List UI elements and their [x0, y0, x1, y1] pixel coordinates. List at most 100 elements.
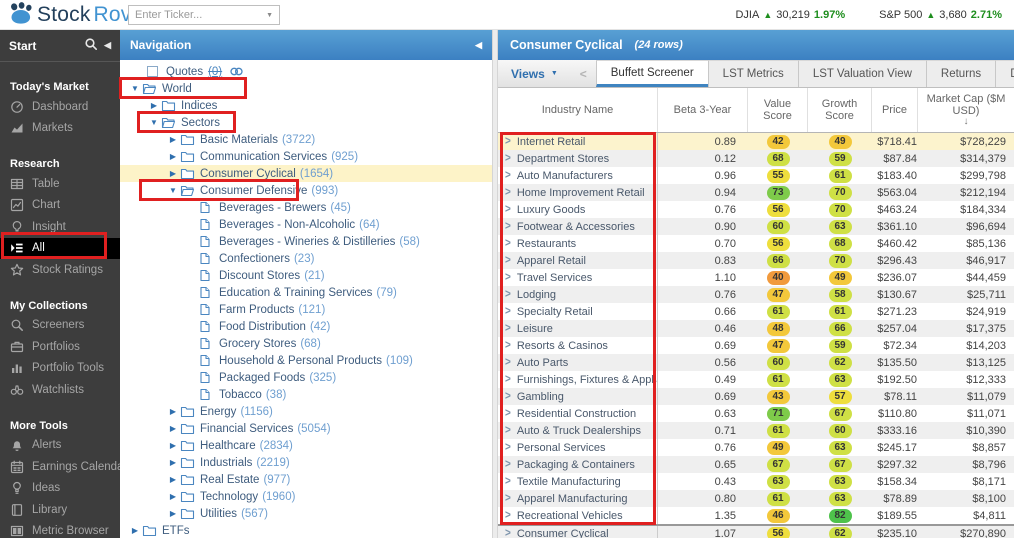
- row-expand-icon[interactable]: >: [505, 492, 511, 505]
- expand-arrow-icon[interactable]: ▶: [166, 475, 180, 484]
- tab-dividend-calendar[interactable]: Dividend Calendar: [995, 60, 1014, 87]
- tree-item-communication-services[interactable]: ▶ Communication Services (925): [120, 148, 492, 165]
- column-header-price[interactable]: Price: [872, 88, 918, 132]
- column-header-growth-score[interactable]: Growth Score: [808, 88, 872, 132]
- tree-item-discount-stores[interactable]: Discount Stores (21): [120, 267, 492, 284]
- expand-arrow-icon[interactable]: ▶: [147, 101, 161, 110]
- expand-arrow-icon[interactable]: ▶: [166, 509, 180, 518]
- sidebar-item-stock-ratings[interactable]: Stock Ratings: [0, 259, 120, 281]
- row-expand-icon[interactable]: >: [505, 373, 511, 386]
- row-expand-icon[interactable]: >: [505, 407, 511, 420]
- tab-returns[interactable]: Returns: [925, 60, 996, 87]
- collapse-arrow-icon[interactable]: ▼: [147, 118, 161, 127]
- row-expand-icon[interactable]: >: [505, 339, 511, 352]
- row-expand-icon[interactable]: >: [505, 509, 511, 522]
- table-row-specialty-retail[interactable]: > Specialty Retail 0.66 61 61 $271.23 $24,919: [498, 303, 1014, 320]
- row-expand-icon[interactable]: >: [505, 441, 511, 454]
- tree-item-grocery-stores[interactable]: Grocery Stores (68): [120, 335, 492, 352]
- tree-item-household-personal-products[interactable]: Household & Personal Products (109): [120, 352, 492, 369]
- tree-item-healthcare[interactable]: ▶ Healthcare (2834): [120, 437, 492, 454]
- tree-item-quotes[interactable]: Quotes (0): [120, 63, 492, 80]
- tree-item-tobacco[interactable]: Tobacco (38): [120, 386, 492, 403]
- row-expand-icon[interactable]: >: [505, 288, 511, 301]
- table-row-auto-truck-dealerships[interactable]: > Auto & Truck Dealerships 0.71 61 60 $333.16…: [498, 422, 1014, 439]
- tree-item-farm-products[interactable]: Farm Products (121): [120, 301, 492, 318]
- linked-circles-icon[interactable]: [229, 65, 244, 78]
- row-expand-icon[interactable]: >: [505, 458, 511, 471]
- sidebar-item-insight[interactable]: Insight: [0, 216, 120, 238]
- tab-scroll-left-icon[interactable]: [571, 67, 596, 81]
- expand-arrow-icon[interactable]: ▶: [166, 424, 180, 433]
- tree-item-confectioners[interactable]: Confectioners (23): [120, 250, 492, 267]
- tab-lst-metrics[interactable]: LST Metrics: [707, 60, 798, 87]
- collapse-navigation-icon[interactable]: [475, 40, 482, 51]
- sidebar-item-metric-browser[interactable]: Metric Browser: [0, 521, 120, 538]
- table-row-packaging-containers[interactable]: > Packaging & Containers 0.65 67 67 $297.32 $8…: [498, 456, 1014, 473]
- table-row-recreational-vehicles[interactable]: > Recreational Vehicles 1.35 46 82 $189.55 $4,…: [498, 507, 1014, 524]
- expand-arrow-icon[interactable]: ▶: [166, 169, 180, 178]
- table-row-travel-services[interactable]: > Travel Services 1.10 40 49 $236.07 $44,459: [498, 269, 1014, 286]
- table-row-leisure[interactable]: > Leisure 0.46 48 66 $257.04 $17,375: [498, 320, 1014, 337]
- tree-item-etfs[interactable]: ▶ ETFs: [120, 522, 492, 538]
- expand-arrow-icon[interactable]: ▶: [166, 152, 180, 161]
- sidebar-item-ideas[interactable]: Ideas: [0, 478, 120, 500]
- table-row-auto-parts[interactable]: > Auto Parts 0.56 60 62 $135.50 $13,125: [498, 354, 1014, 371]
- ticker-search-input[interactable]: Enter Ticker...: [128, 5, 280, 25]
- sidebar-item-earnings-calendar[interactable]: Earnings Calendar: [0, 456, 120, 478]
- row-expand-icon[interactable]: >: [505, 169, 511, 182]
- sidebar-item-markets[interactable]: Markets: [0, 118, 120, 140]
- expand-arrow-icon[interactable]: ▶: [166, 441, 180, 450]
- tab-lst-valuation-view[interactable]: LST Valuation View: [797, 60, 926, 87]
- row-expand-icon[interactable]: >: [505, 356, 511, 369]
- quotes-checkbox[interactable]: [147, 66, 158, 77]
- tree-item-food-distribution[interactable]: Food Distribution (42): [120, 318, 492, 335]
- search-icon[interactable]: [84, 37, 98, 54]
- table-row-restaurants[interactable]: > Restaurants 0.70 56 68 $460.42 $85,136: [498, 235, 1014, 252]
- tree-item-consumer-cyclical[interactable]: ▶ Consumer Cyclical (1654): [120, 165, 492, 182]
- tree-item-consumer-defensive[interactable]: ▼ Consumer Defensive (993): [120, 182, 492, 199]
- tree-item-packaged-foods[interactable]: Packaged Foods (325): [120, 369, 492, 386]
- expand-arrow-icon[interactable]: ▶: [166, 492, 180, 501]
- table-row-personal-services[interactable]: > Personal Services 0.76 49 63 $245.17 $8,857: [498, 439, 1014, 456]
- row-expand-icon[interactable]: >: [505, 220, 511, 233]
- table-row-apparel-manufacturing[interactable]: > Apparel Manufacturing 0.80 61 63 $78.89 $8,1…: [498, 490, 1014, 507]
- sidebar-item-portfolio-tools[interactable]: Portfolio Tools: [0, 358, 120, 380]
- row-expand-icon[interactable]: >: [505, 527, 511, 538]
- table-row-textile-manufacturing[interactable]: > Textile Manufacturing 0.43 63 63 $158.34 $8,…: [498, 473, 1014, 490]
- table-row-department-stores[interactable]: > Department Stores 0.12 68 59 $87.84 $314,379: [498, 150, 1014, 167]
- table-row-luxury-goods[interactable]: > Luxury Goods 0.76 56 70 $463.24 $184,334: [498, 201, 1014, 218]
- row-expand-icon[interactable]: >: [505, 254, 511, 267]
- tree-item-industrials[interactable]: ▶ Industrials (2219): [120, 454, 492, 471]
- row-expand-icon[interactable]: >: [505, 237, 511, 250]
- row-expand-icon[interactable]: >: [505, 135, 511, 148]
- tree-item-sectors[interactable]: ▼ Sectors: [120, 114, 492, 131]
- sidebar-item-dashboard[interactable]: Dashboard: [0, 96, 120, 118]
- collapse-arrow-icon[interactable]: ▼: [128, 84, 142, 93]
- table-row-home-improvement-retail[interactable]: > Home Improvement Retail 0.94 73 70 $563.04 $…: [498, 184, 1014, 201]
- tree-item-technology[interactable]: ▶ Technology (1960): [120, 488, 492, 505]
- table-row-internet-retail[interactable]: > Internet Retail 0.89 42 49 $718.41 $728,229: [498, 133, 1014, 150]
- collapse-arrow-icon[interactable]: ▼: [166, 186, 180, 195]
- expand-arrow-icon[interactable]: ▶: [166, 458, 180, 467]
- tree-item-beverages-brewers[interactable]: Beverages - Brewers (45): [120, 199, 492, 216]
- table-row-lodging[interactable]: > Lodging 0.76 47 58 $130.67 $25,711: [498, 286, 1014, 303]
- quotes-count-link[interactable]: (0): [208, 66, 222, 78]
- tree-item-utilities[interactable]: ▶ Utilities (567): [120, 505, 492, 522]
- row-expand-icon[interactable]: >: [505, 152, 511, 165]
- expand-arrow-icon[interactable]: ▶: [166, 135, 180, 144]
- tree-item-basic-materials[interactable]: ▶ Basic Materials (3722): [120, 131, 492, 148]
- column-header-beta-3-year[interactable]: Beta 3-Year: [658, 88, 748, 132]
- table-row-residential-construction[interactable]: > Residential Construction 0.63 71 67 $110.80…: [498, 405, 1014, 422]
- sidebar-item-table[interactable]: Table: [0, 173, 120, 195]
- column-header-value-score[interactable]: Value Score: [748, 88, 808, 132]
- sidebar-item-portfolios[interactable]: Portfolios: [0, 336, 120, 358]
- row-expand-icon[interactable]: >: [505, 305, 511, 318]
- tree-item-indices[interactable]: ▶ Indices: [120, 97, 492, 114]
- row-expand-icon[interactable]: >: [505, 271, 511, 284]
- expand-arrow-icon[interactable]: ▶: [166, 407, 180, 416]
- column-header-market-cap-m-usd[interactable]: Market Cap ($M USD) ↓: [918, 88, 1014, 132]
- tree-item-world[interactable]: ▼ World: [120, 80, 492, 97]
- sidebar-item-library[interactable]: Library: [0, 499, 120, 521]
- views-dropdown-button[interactable]: Views: [498, 67, 571, 81]
- sidebar-item-chart[interactable]: Chart: [0, 195, 120, 217]
